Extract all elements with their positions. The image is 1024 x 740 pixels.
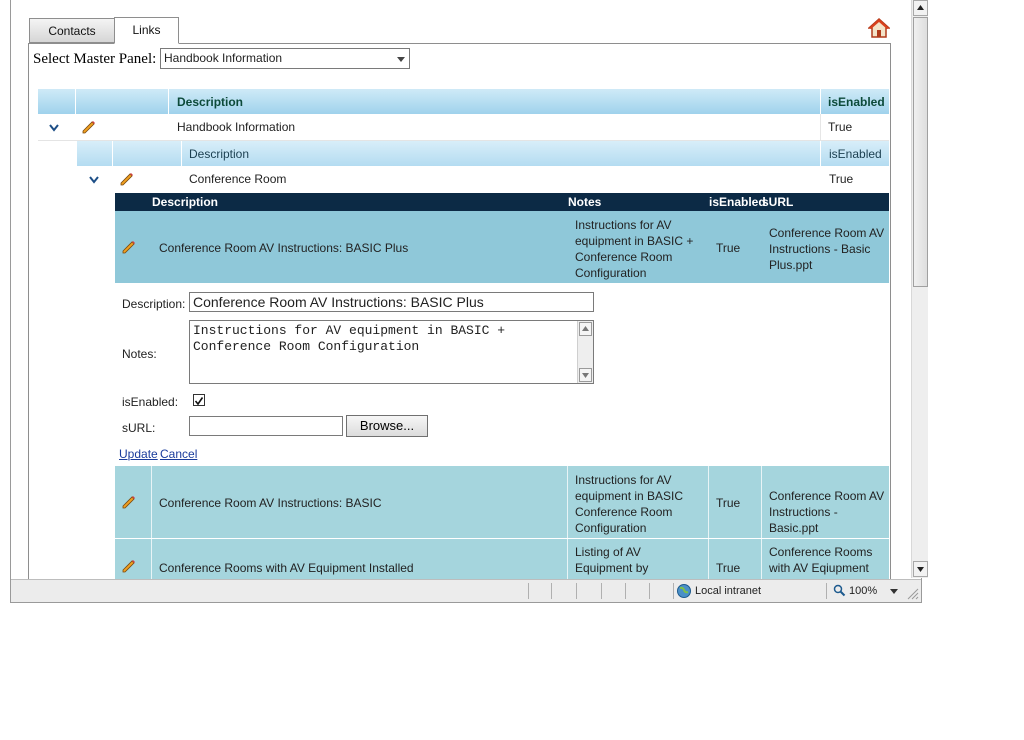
outer-row-enabled: True (828, 120, 853, 134)
selected-row-description: Conference Room AV Instructions: BASIC P… (159, 241, 409, 255)
chevron-down-icon (397, 57, 405, 62)
pencil-icon[interactable] (120, 172, 134, 186)
notes-scrollbar[interactable] (577, 321, 593, 383)
inner-row-enabled: True (829, 172, 854, 186)
inner-header-enabled[interactable]: isEnabled (829, 147, 882, 161)
notes-textarea[interactable]: Instructions for AV equipment in BASIC +… (189, 320, 594, 384)
chevron-down-icon[interactable] (48, 123, 60, 133)
pencil-icon[interactable] (122, 495, 136, 509)
notes-line-2: Conference Room Configuration (193, 339, 420, 354)
zoom-level[interactable]: 100% (849, 585, 877, 597)
home-icon[interactable] (867, 17, 891, 39)
description-label: Description: (122, 297, 186, 311)
url-input[interactable] (189, 416, 343, 436)
inner-row-description: Conference Room (189, 172, 287, 186)
zone-label: Local intranet (695, 585, 762, 597)
scroll-up-icon[interactable] (579, 322, 592, 336)
row-url: Conference Rooms with AV Eqiupment (769, 545, 873, 575)
table-row[interactable]: Conference Rooms with AV Equipment Insta… (115, 539, 889, 583)
outer-header-enabled[interactable]: isEnabled (828, 95, 885, 109)
row-enabled: True (716, 496, 741, 510)
links-header-url[interactable]: sURL (762, 195, 793, 209)
inner-grid-row: Conference Room True (77, 166, 889, 192)
links-grid-header: Description Notes isEnabled sURL (115, 193, 889, 211)
zoom-icon[interactable] (833, 584, 846, 597)
inner-header-description[interactable]: Description (189, 147, 249, 161)
tab-contacts[interactable]: Contacts (29, 18, 115, 43)
status-bar: Local intranet 100% (11, 579, 921, 602)
row-notes: Instructions for AV equipment in BASIC C… (575, 473, 684, 535)
scroll-up-icon[interactable] (913, 0, 928, 16)
page-scrollbar[interactable] (911, 0, 928, 578)
row-description: Conference Rooms with AV Equipment Insta… (159, 561, 414, 575)
scroll-down-icon[interactable] (913, 561, 928, 577)
globe-icon (677, 584, 691, 598)
description-input[interactable]: Conference Room AV Instructions: BASIC P… (189, 292, 594, 312)
notes-label: Notes: (122, 347, 157, 361)
row-description: Conference Room AV Instructions: BASIC (159, 496, 382, 510)
scroll-down-icon[interactable] (579, 368, 592, 382)
outer-grid-header: Description isEnabled (38, 89, 889, 114)
row-notes: Listing of AV Equipment by (575, 545, 649, 575)
notes-line-1: Instructions for AV equipment in BASIC + (193, 323, 506, 338)
checkmark-icon (194, 397, 204, 406)
resize-grip-icon[interactable] (905, 586, 919, 600)
master-panel-selected: Handbook Information (164, 51, 283, 65)
pencil-icon[interactable] (122, 559, 136, 573)
selected-row-enabled: True (716, 241, 741, 255)
selected-row-url: Conference Room AV Instructions - Basic … (769, 226, 885, 272)
browser-window: Contacts Links Select Master Panel: Hand… (10, 0, 928, 603)
links-selected-row[interactable]: Conference Room AV Instructions: BASIC P… (115, 211, 889, 283)
update-link[interactable]: Update (119, 447, 158, 461)
master-panel-select[interactable]: Handbook Information (160, 48, 410, 69)
pencil-icon[interactable] (122, 240, 136, 254)
outer-header-description[interactable]: Description (177, 95, 243, 109)
outer-grid-row: Handbook Information True (38, 114, 889, 141)
chevron-down-icon[interactable] (890, 589, 898, 595)
selected-row-notes: Instructions for AV equipment in BASIC +… (575, 218, 694, 280)
links-header-notes[interactable]: Notes (568, 195, 601, 209)
links-header-enabled[interactable]: isEnabled (709, 195, 766, 209)
cancel-link[interactable]: Cancel (160, 447, 197, 461)
table-row[interactable]: Conference Room AV Instructions: BASIC I… (115, 466, 889, 538)
links-panel: Select Master Panel: Handbook Informatio… (28, 43, 891, 583)
outer-row-description: Handbook Information (177, 120, 296, 134)
row-url: Conference Room AV Instructions - Basic.… (769, 489, 885, 535)
row-enabled: True (716, 561, 741, 575)
enabled-label: isEnabled: (122, 395, 179, 409)
scrollbar-thumb[interactable] (913, 17, 928, 287)
links-header-description[interactable]: Description (152, 195, 218, 209)
url-label: sURL: (122, 421, 156, 435)
browse-button[interactable]: Browse... (346, 415, 428, 437)
enabled-checkbox[interactable] (193, 394, 205, 406)
inner-grid-header: Description isEnabled (77, 141, 889, 166)
master-panel-label: Select Master Panel: (33, 51, 157, 67)
chevron-down-icon[interactable] (88, 175, 100, 185)
tab-links[interactable]: Links (114, 17, 179, 44)
pencil-icon[interactable] (82, 120, 96, 134)
